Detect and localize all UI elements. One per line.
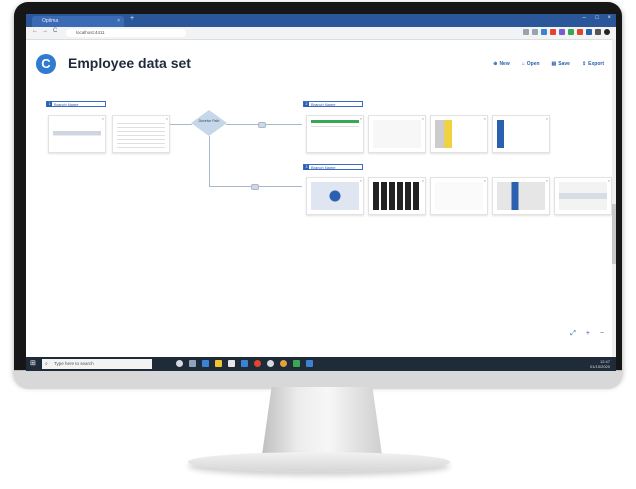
save-icon: ▤ bbox=[551, 61, 557, 67]
step-card[interactable]: × bbox=[48, 115, 106, 153]
store-icon[interactable] bbox=[228, 360, 235, 367]
fit-icon[interactable]: ⤢ bbox=[570, 330, 576, 338]
zoom-in-icon[interactable]: + bbox=[586, 330, 590, 338]
close-icon[interactable]: × bbox=[484, 116, 486, 121]
extension-icon[interactable] bbox=[586, 29, 592, 35]
step-card[interactable]: × bbox=[492, 115, 550, 153]
step-card[interactable]: × bbox=[112, 115, 170, 153]
new-tab-icon[interactable]: + bbox=[130, 15, 134, 22]
app-icon[interactable] bbox=[267, 360, 274, 367]
vertical-scrollbar[interactable] bbox=[612, 39, 616, 361]
connector-dot[interactable] bbox=[258, 122, 266, 128]
minimize-icon[interactable]: – bbox=[583, 15, 586, 21]
system-tray[interactable]: 12:47 01/15/2020 bbox=[590, 359, 610, 369]
toolbar: ⊕ New ⌂ Open ▤ Save ⇪ Export bbox=[493, 61, 604, 67]
extension-icon[interactable] bbox=[595, 29, 601, 35]
close-icon[interactable]: × bbox=[608, 178, 610, 183]
extension-icon[interactable] bbox=[541, 29, 547, 35]
url-field[interactable]: localhost:4411 bbox=[66, 29, 186, 37]
extension-icon[interactable] bbox=[532, 29, 538, 35]
browser-tab[interactable]: Optima × bbox=[32, 16, 124, 27]
forward-icon[interactable]: → bbox=[42, 28, 48, 34]
tab-title: Optima bbox=[42, 18, 59, 24]
scrollbar-thumb[interactable] bbox=[612, 204, 616, 264]
screen: Optima × + – □ × ← → C localhost:4411 C … bbox=[26, 14, 616, 371]
folder-icon: ⌂ bbox=[521, 61, 525, 67]
edge-icon[interactable] bbox=[202, 360, 209, 367]
connector-line bbox=[170, 124, 192, 125]
zoom-out-icon[interactable]: − bbox=[600, 330, 604, 338]
mail-icon[interactable] bbox=[241, 360, 248, 367]
branch-label[interactable]: 3 Branch Name bbox=[303, 164, 363, 170]
step-card[interactable]: × bbox=[368, 177, 426, 215]
close-icon[interactable]: × bbox=[360, 116, 362, 121]
step-card[interactable]: × bbox=[306, 177, 364, 215]
clock-date: 01/15/2020 bbox=[589, 364, 610, 369]
maximize-icon[interactable]: □ bbox=[595, 15, 599, 21]
branch-label[interactable]: 1 Branch Name bbox=[46, 101, 106, 107]
tab-close-icon[interactable]: × bbox=[117, 16, 120, 27]
extension-icon[interactable] bbox=[568, 29, 574, 35]
explorer-icon[interactable] bbox=[215, 360, 222, 367]
app-icon[interactable] bbox=[306, 360, 313, 367]
cortana-icon[interactable] bbox=[176, 360, 183, 367]
step-card[interactable]: × bbox=[430, 115, 488, 153]
decision-node[interactable] bbox=[191, 110, 227, 136]
windows-taskbar: ⊞ ⌕ Type here to search 12:47 01/15/2020 bbox=[26, 357, 616, 371]
task-view-icon[interactable] bbox=[189, 360, 196, 367]
save-button[interactable]: ▤ Save bbox=[552, 61, 570, 67]
step-card[interactable]: × bbox=[368, 115, 426, 153]
extension-icon[interactable] bbox=[559, 29, 565, 35]
decision-label: Deceive Path bbox=[198, 119, 220, 123]
extension-icons bbox=[523, 29, 610, 35]
browser-tabbar: Optima × + – □ × bbox=[26, 14, 616, 27]
close-icon[interactable]: × bbox=[484, 178, 486, 183]
export-icon: ⇪ bbox=[581, 61, 587, 67]
monitor-bezel bbox=[14, 370, 622, 389]
step-card[interactable]: × bbox=[306, 115, 364, 153]
close-icon[interactable]: × bbox=[102, 116, 104, 121]
close-icon[interactable]: × bbox=[546, 116, 548, 121]
windows-start-icon[interactable]: ⊞ bbox=[30, 360, 38, 368]
canvas-controls: ⤢ + − bbox=[570, 330, 604, 338]
app-logo[interactable]: C bbox=[36, 54, 56, 74]
connector-dot[interactable] bbox=[251, 184, 259, 190]
reload-icon[interactable]: C bbox=[53, 28, 57, 34]
chrome-icon[interactable] bbox=[280, 360, 287, 367]
close-icon[interactable]: × bbox=[166, 116, 168, 121]
close-icon[interactable]: × bbox=[422, 178, 424, 183]
branch-label[interactable]: 2 Branch Name bbox=[303, 101, 363, 107]
export-button[interactable]: ⇪ Export bbox=[582, 61, 604, 67]
app-icon[interactable] bbox=[293, 360, 300, 367]
extension-icon[interactable] bbox=[523, 29, 529, 35]
taskbar-search-input[interactable]: ⌕ Type here to search bbox=[42, 359, 152, 369]
extension-icon[interactable] bbox=[577, 29, 583, 35]
back-icon[interactable]: ← bbox=[32, 28, 38, 34]
connector-line bbox=[209, 136, 210, 186]
close-icon[interactable]: × bbox=[360, 178, 362, 183]
page-title: Employee data set bbox=[68, 55, 191, 71]
new-button[interactable]: ⊕ New bbox=[493, 61, 509, 67]
address-bar: ← → C localhost:4411 bbox=[26, 27, 616, 40]
open-button[interactable]: ⌂ Open bbox=[522, 61, 540, 67]
extension-icon[interactable] bbox=[550, 29, 556, 35]
monitor-stand-base bbox=[188, 452, 450, 472]
step-card[interactable]: × bbox=[554, 177, 612, 215]
close-icon[interactable]: × bbox=[422, 116, 424, 121]
step-card[interactable]: × bbox=[430, 177, 488, 215]
search-icon: ⌕ bbox=[45, 361, 48, 367]
plus-icon: ⊕ bbox=[493, 61, 498, 67]
profile-avatar[interactable] bbox=[604, 29, 610, 35]
taskbar-apps bbox=[176, 360, 313, 367]
step-card[interactable]: × bbox=[492, 177, 550, 215]
monitor-stand-neck bbox=[262, 387, 382, 455]
close-icon[interactable]: × bbox=[546, 178, 548, 183]
app-icon[interactable] bbox=[254, 360, 261, 367]
close-window-icon[interactable]: × bbox=[607, 15, 611, 21]
